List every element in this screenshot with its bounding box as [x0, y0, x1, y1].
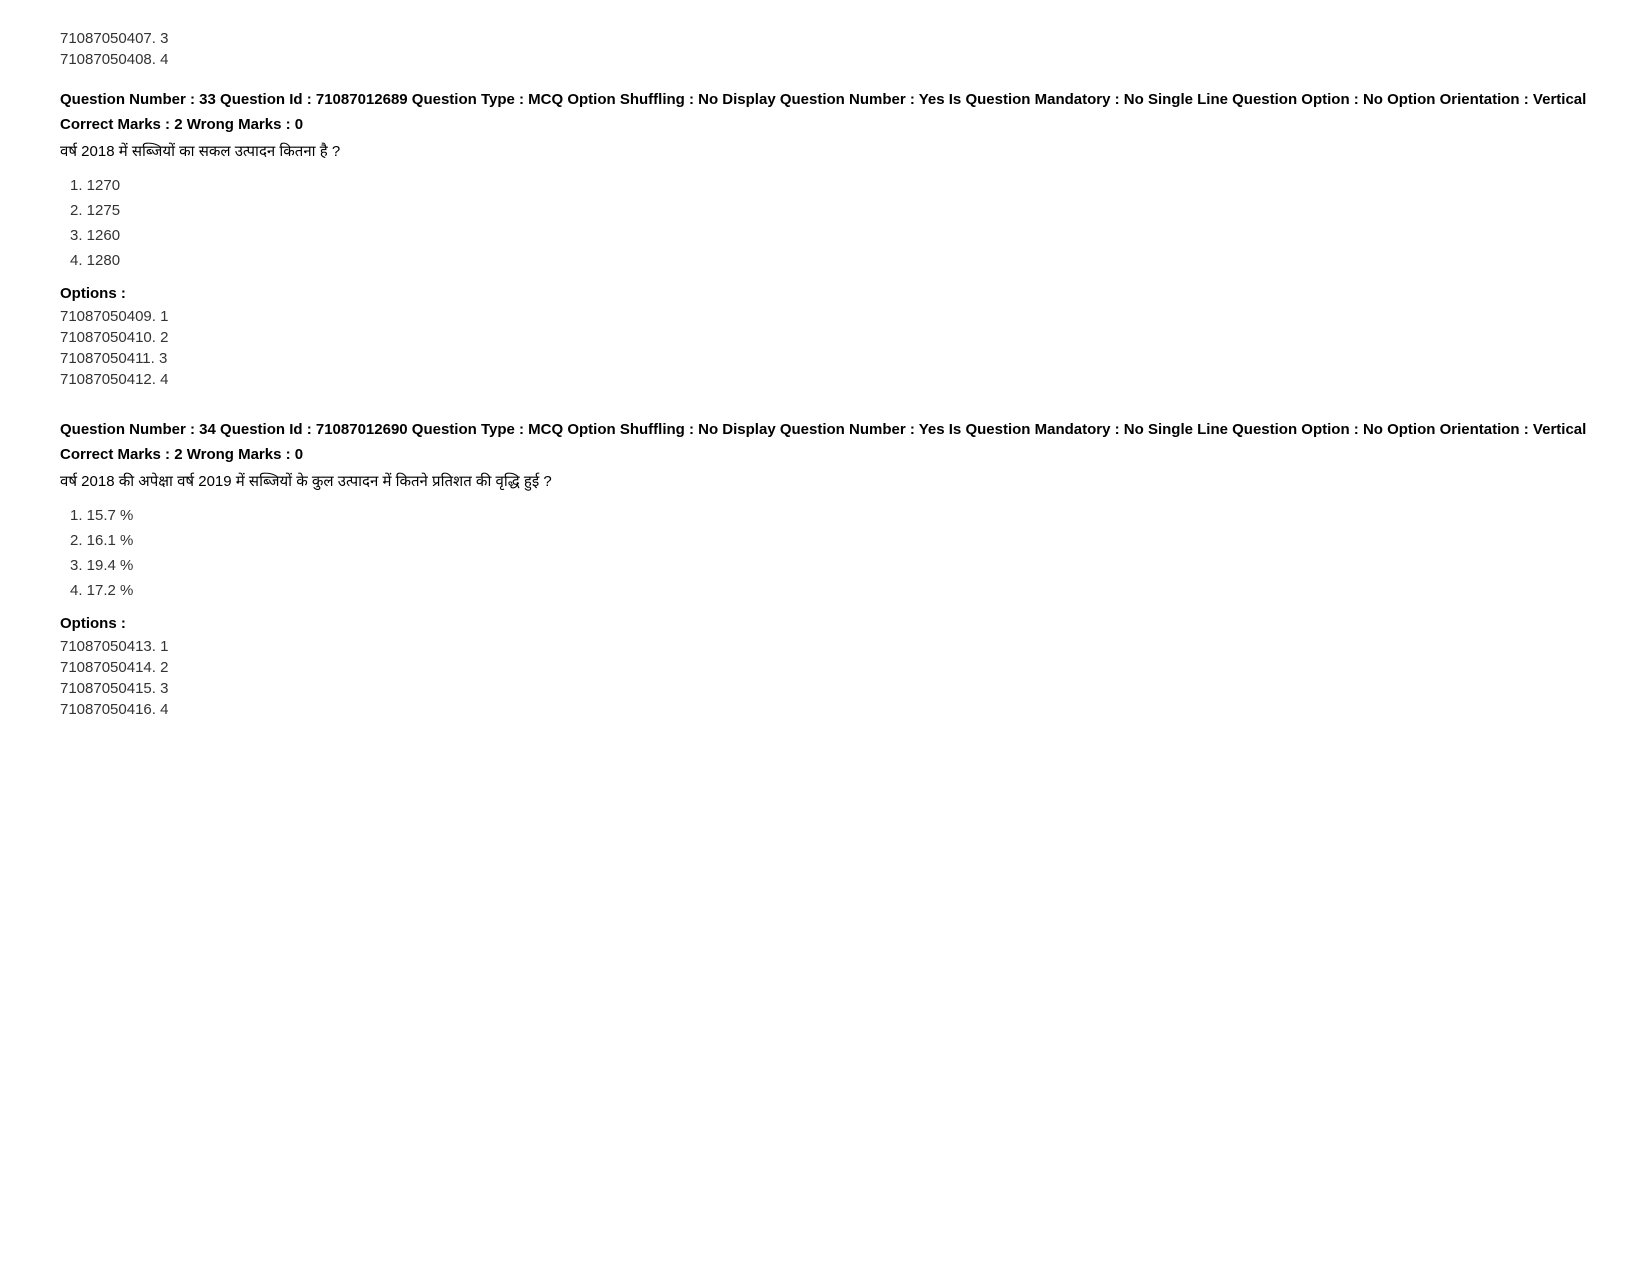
option-id-34-1: 71087050413. 1	[60, 638, 1590, 655]
prev-option-id-2: 71087050408	[60, 51, 152, 68]
marks-line-34: Correct Marks : 2 Wrong Marks : 0	[60, 446, 1590, 463]
option-id-33-2: 71087050410. 2	[60, 329, 1590, 346]
prev-option-num-2: 4	[160, 51, 168, 68]
marks-text-33: Correct Marks : 2 Wrong Marks : 0	[60, 116, 303, 133]
prev-option-line-2: 71087050408. 4	[60, 51, 1590, 68]
choice-33-4: 4. 1280	[70, 252, 1590, 269]
option-id-33-1: 71087050409. 1	[60, 308, 1590, 325]
choice-34-2: 2. 16.1 %	[70, 532, 1590, 549]
choice-34-4: 4. 17.2 %	[70, 582, 1590, 599]
question-block-33: Question Number : 33 Question Id : 71087…	[60, 88, 1590, 388]
prev-option-line-1: 71087050407. 3	[60, 30, 1590, 47]
question-header-text-33: Question Number : 33 Question Id : 71087…	[60, 91, 1586, 108]
question-header-text-34: Question Number : 34 Question Id : 71087…	[60, 421, 1586, 438]
option-id-34-4: 71087050416. 4	[60, 701, 1590, 718]
prev-option-id-1: 71087050407	[60, 30, 152, 47]
question-text-34: वर्ष 2018 की अपेक्षा वर्ष 2019 में सब्जि…	[60, 471, 1590, 491]
question-header-34: Question Number : 34 Question Id : 71087…	[60, 418, 1590, 442]
prev-option-num-1: 3	[160, 30, 168, 47]
question-header-33: Question Number : 33 Question Id : 71087…	[60, 88, 1590, 112]
option-id-33-4: 71087050412. 4	[60, 371, 1590, 388]
marks-line-33: Correct Marks : 2 Wrong Marks : 0	[60, 116, 1590, 133]
options-label-34: Options :	[60, 615, 1590, 632]
choice-33-2: 2. 1275	[70, 202, 1590, 219]
question-block-34: Question Number : 34 Question Id : 71087…	[60, 418, 1590, 718]
choice-33-3: 3. 1260	[70, 227, 1590, 244]
marks-text-34: Correct Marks : 2 Wrong Marks : 0	[60, 446, 303, 463]
options-label-33: Options :	[60, 285, 1590, 302]
option-id-34-3: 71087050415. 3	[60, 680, 1590, 697]
question-text-33: वर्ष 2018 में सब्जियों का सकल उत्पादन कि…	[60, 141, 1590, 161]
choice-33-1: 1. 1270	[70, 177, 1590, 194]
option-id-34-2: 71087050414. 2	[60, 659, 1590, 676]
choices-list-34: 1. 15.7 % 2. 16.1 % 3. 19.4 % 4. 17.2 %	[60, 507, 1590, 599]
option-id-33-3: 71087050411. 3	[60, 350, 1590, 367]
choice-34-1: 1. 15.7 %	[70, 507, 1590, 524]
prev-options-section: 71087050407. 3 71087050408. 4	[60, 30, 1590, 68]
choice-34-3: 3. 19.4 %	[70, 557, 1590, 574]
choices-list-33: 1. 1270 2. 1275 3. 1260 4. 1280	[60, 177, 1590, 269]
